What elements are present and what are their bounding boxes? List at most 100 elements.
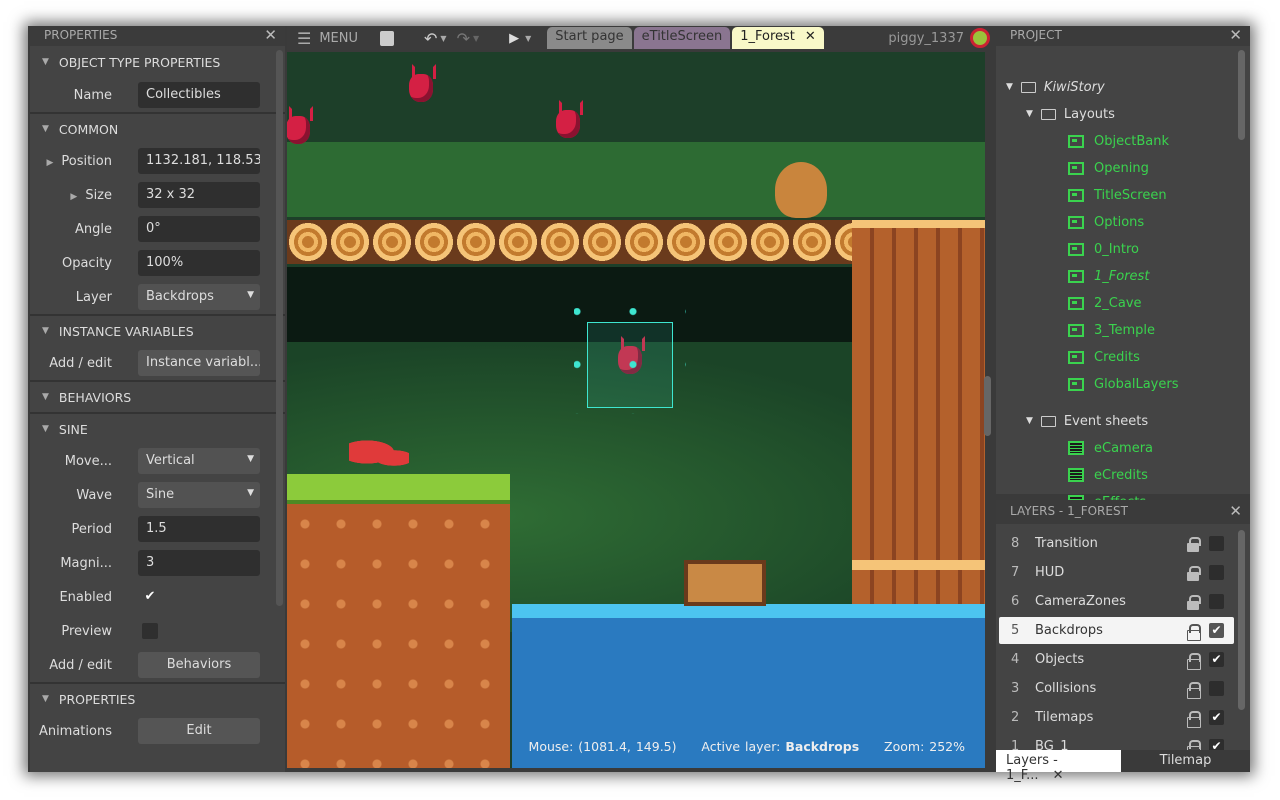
project-panel: PROJECT ✕ ▼ KiwiStory ▼ Layouts ObjectBank O… bbox=[996, 26, 1250, 510]
layout-item[interactable]: TitleScreen bbox=[1068, 184, 1167, 206]
properties-scrollbar[interactable] bbox=[276, 50, 283, 606]
enabled-checkbox[interactable]: ✔ bbox=[142, 589, 158, 605]
section-instance-variables[interactable]: ▼ INSTANCE VARIABLES bbox=[30, 314, 285, 346]
chevron-down-icon[interactable]: ▼ bbox=[525, 34, 531, 43]
tab-etitlescreen[interactable]: eTitleScreen bbox=[633, 27, 731, 49]
undo-icon[interactable]: ↶ bbox=[424, 29, 437, 48]
collectible-bug[interactable] bbox=[287, 106, 315, 148]
size-label[interactable]: ▶ Size bbox=[30, 188, 122, 203]
collectible-bug[interactable] bbox=[551, 100, 585, 142]
behaviors-button[interactable]: Behaviors bbox=[138, 652, 260, 678]
period-field[interactable]: 1.5 bbox=[138, 516, 260, 542]
angle-field[interactable]: 0° bbox=[138, 216, 260, 242]
edit-animations-button[interactable]: Edit bbox=[138, 718, 260, 744]
collectible-bug[interactable] bbox=[404, 64, 438, 106]
move-select[interactable]: Vertical ▼ bbox=[138, 448, 260, 474]
expand-icon[interactable]: ▶ bbox=[70, 192, 77, 202]
unlock-icon[interactable] bbox=[1187, 710, 1201, 728]
layer-name: CameraZones bbox=[1035, 594, 1126, 609]
layout-item[interactable]: GlobalLayers bbox=[1068, 373, 1179, 395]
preview-checkbox[interactable] bbox=[142, 623, 158, 639]
redo-icon[interactable]: ↷ bbox=[457, 29, 470, 48]
visibility-checkbox[interactable] bbox=[1209, 594, 1224, 609]
size-field[interactable]: 32 x 32 bbox=[138, 182, 260, 208]
layer-row[interactable]: 7 HUD bbox=[999, 559, 1234, 586]
layout-item[interactable]: 1_Forest bbox=[1068, 265, 1149, 287]
visibility-checkbox[interactable]: ✔ bbox=[1209, 710, 1224, 725]
section-object-type[interactable]: ▼ OBJECT TYPE PROPERTIES bbox=[30, 46, 285, 78]
project-title: PROJECT ✕ bbox=[996, 26, 1250, 46]
section-common[interactable]: ▼ COMMON bbox=[30, 112, 285, 144]
visibility-checkbox[interactable]: ✔ bbox=[1209, 739, 1224, 750]
instance-variables-button[interactable]: Instance variabl... bbox=[138, 350, 260, 376]
layout-label: GlobalLayers bbox=[1094, 376, 1179, 392]
close-icon[interactable]: ✕ bbox=[264, 26, 277, 44]
menu-button[interactable]: MENU bbox=[319, 31, 358, 46]
lock-icon[interactable] bbox=[1187, 594, 1201, 610]
hamburger-icon[interactable]: ☰ bbox=[297, 29, 311, 48]
visibility-checkbox[interactable] bbox=[1209, 536, 1224, 551]
close-icon[interactable]: ✕ bbox=[1229, 26, 1242, 44]
play-icon[interactable]: ▶ bbox=[509, 31, 519, 46]
username[interactable]: piggy_1337 bbox=[888, 31, 964, 46]
layout-item[interactable]: 0_Intro bbox=[1068, 238, 1139, 260]
lock-icon[interactable] bbox=[1187, 536, 1201, 552]
event-sheet-item[interactable]: eCredits bbox=[1068, 464, 1148, 486]
layout-item[interactable]: 2_Cave bbox=[1068, 292, 1142, 314]
unlock-icon[interactable] bbox=[1187, 623, 1201, 641]
layer-row[interactable]: 4 Objects ✔ bbox=[999, 646, 1234, 673]
opacity-field[interactable]: 100% bbox=[138, 250, 260, 276]
layout-item[interactable]: 3_Temple bbox=[1068, 319, 1155, 341]
folder-layouts[interactable]: ▼ Layouts bbox=[1026, 103, 1115, 125]
position-field[interactable]: 1132.181, 118.53 bbox=[138, 148, 260, 174]
section-sine[interactable]: ▼ SINE bbox=[30, 412, 285, 444]
save-icon[interactable] bbox=[380, 30, 395, 46]
chevron-down-icon: ▼ bbox=[247, 290, 254, 300]
event-sheet-item[interactable]: eCamera bbox=[1068, 437, 1153, 459]
layer-row[interactable]: 8 Transition bbox=[999, 530, 1234, 557]
tree-root[interactable]: ▼ KiwiStory bbox=[1006, 76, 1105, 98]
layer-row[interactable]: 2 Tilemaps ✔ bbox=[999, 704, 1234, 731]
visibility-checkbox[interactable] bbox=[1209, 565, 1224, 580]
avatar[interactable] bbox=[970, 28, 990, 48]
tab-1-forest[interactable]: 1_Forest ✕ bbox=[732, 27, 824, 49]
expand-icon[interactable]: ▶ bbox=[46, 158, 53, 168]
visibility-checkbox[interactable] bbox=[1209, 681, 1224, 696]
unlock-icon[interactable] bbox=[1187, 739, 1201, 750]
lock-icon[interactable] bbox=[1187, 565, 1201, 581]
section-behaviors[interactable]: ▼ BEHAVIORS bbox=[30, 380, 285, 412]
close-icon[interactable]: ✕ bbox=[1229, 502, 1242, 520]
layout-item[interactable]: ObjectBank bbox=[1068, 130, 1169, 152]
visibility-checkbox[interactable]: ✔ bbox=[1209, 623, 1224, 638]
close-icon[interactable]: ✕ bbox=[805, 29, 816, 44]
layer-row[interactable]: 3 Collisions bbox=[999, 675, 1234, 702]
layout-item[interactable]: Credits bbox=[1068, 346, 1140, 368]
unlock-icon[interactable] bbox=[1187, 681, 1201, 699]
chevron-down-icon[interactable]: ▼ bbox=[440, 34, 446, 43]
unlock-icon[interactable] bbox=[1187, 652, 1201, 670]
layers-scrollbar[interactable] bbox=[1238, 530, 1245, 710]
tab-start-page[interactable]: Start page bbox=[547, 27, 632, 49]
layout-canvas[interactable]: Mouse: (1081.4, 149.5) Active layer: Bac… bbox=[287, 52, 985, 768]
resize-handles[interactable] bbox=[574, 308, 686, 414]
tab-tilemap[interactable]: Tilemap bbox=[1121, 750, 1250, 772]
visibility-checkbox[interactable]: ✔ bbox=[1209, 652, 1224, 667]
tab-layers[interactable]: Layers - 1_F... ✕ bbox=[996, 750, 1121, 783]
wave-select[interactable]: Sine ▼ bbox=[138, 482, 260, 508]
layer-row[interactable]: 5 Backdrops ✔ bbox=[999, 617, 1234, 644]
name-field[interactable]: Collectibles bbox=[138, 82, 260, 108]
close-icon[interactable]: ✕ bbox=[1053, 768, 1064, 783]
layer-row[interactable]: 1 BG_1 ✔ bbox=[999, 733, 1234, 750]
magnitude-field[interactable]: 3 bbox=[138, 550, 260, 576]
project-scrollbar[interactable] bbox=[1238, 50, 1245, 140]
layer-row[interactable]: 6 CameraZones bbox=[999, 588, 1234, 615]
wave-label: Wave bbox=[76, 487, 112, 503]
canvas-scrollbar[interactable] bbox=[984, 376, 991, 436]
chevron-down-icon[interactable]: ▼ bbox=[473, 34, 479, 43]
position-label[interactable]: ▶ Position bbox=[30, 154, 122, 169]
layer-select[interactable]: Backdrops ▼ bbox=[138, 284, 260, 310]
layout-item[interactable]: Opening bbox=[1068, 157, 1149, 179]
section-properties[interactable]: ▼ PROPERTIES bbox=[30, 682, 285, 714]
layout-item[interactable]: Options bbox=[1068, 211, 1144, 233]
folder-event-sheets[interactable]: ▼ Event sheets bbox=[1026, 410, 1148, 432]
